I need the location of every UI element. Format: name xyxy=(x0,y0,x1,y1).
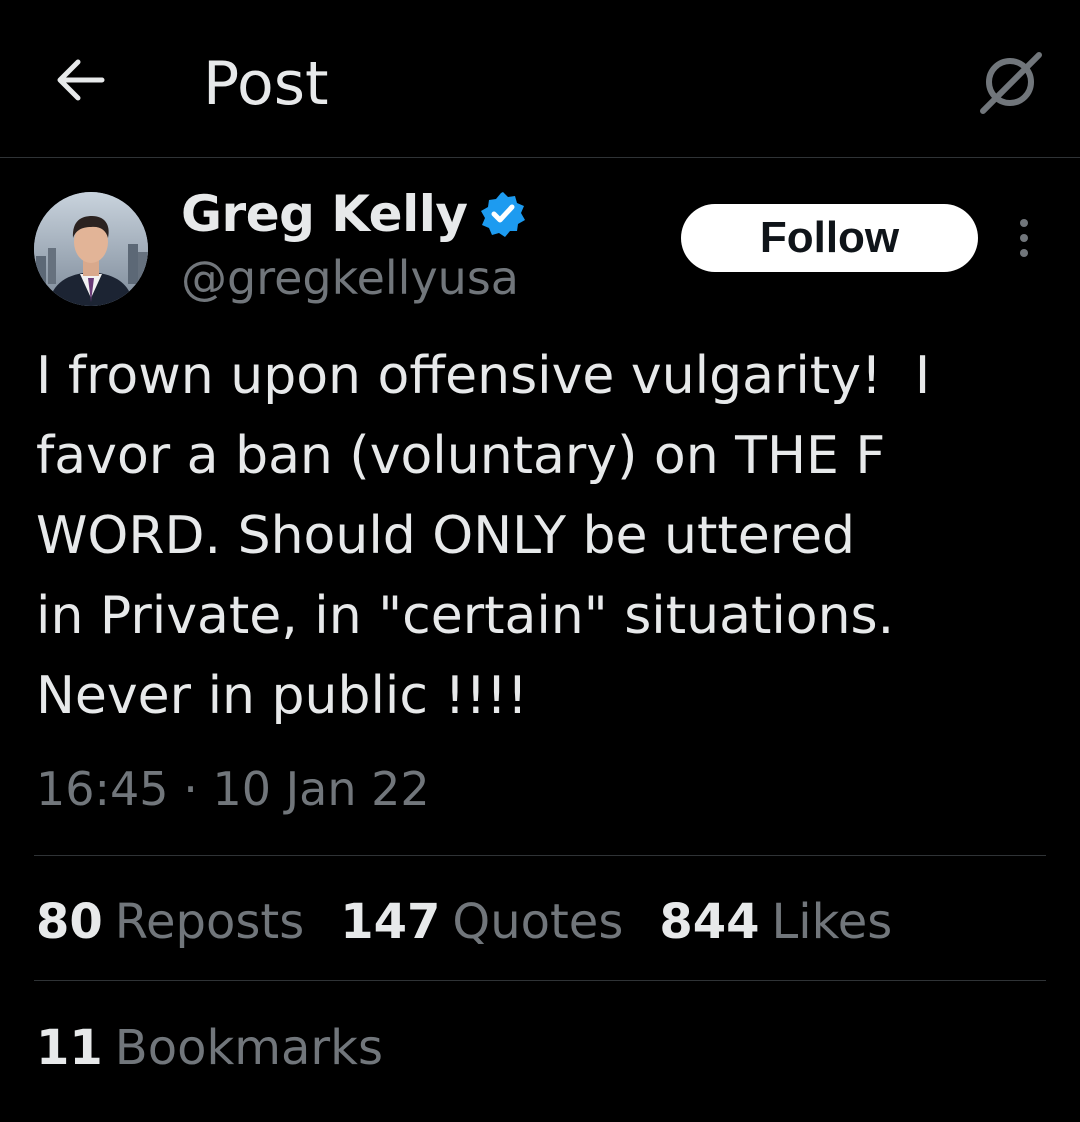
post-time: 16:45 xyxy=(36,762,169,816)
follow-button[interactable]: Follow xyxy=(681,204,978,272)
post-date: 10 Jan 22 xyxy=(212,762,430,816)
back-button[interactable] xyxy=(48,52,112,108)
arrow-left-icon xyxy=(57,59,105,101)
likes-label: Likes xyxy=(771,894,893,950)
page-title: Post xyxy=(203,49,329,119)
divider xyxy=(34,980,1046,981)
quotes-count: 147 xyxy=(340,894,441,950)
author-display-name[interactable]: Greg Kelly xyxy=(181,185,468,243)
author-handle[interactable]: @gregkellyusa xyxy=(181,248,519,308)
bookmarks-stat[interactable]: 11 Bookmarks xyxy=(36,1016,383,1080)
divider xyxy=(34,855,1046,856)
top-bar: Post xyxy=(0,0,1080,158)
post-timestamp[interactable]: 16:45 · 10 Jan 22 xyxy=(36,758,430,820)
bookmarks-stats: 11 Bookmarks xyxy=(36,1016,419,1080)
engagement-stats: 80 Reposts 147 Quotes 844 Likes xyxy=(36,890,928,954)
avatar[interactable] xyxy=(34,192,148,306)
post-text: I frown upon offensive vulgarity! I favo… xyxy=(36,346,931,726)
grok-button[interactable] xyxy=(972,44,1048,120)
more-vertical-icon xyxy=(1020,219,1028,257)
reposts-stat[interactable]: 80 Reposts xyxy=(36,890,304,954)
quotes-label: Quotes xyxy=(452,894,624,950)
grok-icon xyxy=(980,52,1042,114)
verified-badge-icon[interactable] xyxy=(479,190,527,238)
author-name-row: Greg Kelly xyxy=(181,182,527,246)
bookmarks-label: Bookmarks xyxy=(114,1020,383,1076)
quotes-stat[interactable]: 147 Quotes xyxy=(340,890,623,954)
reposts-count: 80 xyxy=(36,894,103,950)
bookmarks-count: 11 xyxy=(36,1020,103,1076)
reposts-label: Reposts xyxy=(114,894,305,950)
meta-separator: · xyxy=(183,762,198,816)
likes-count: 844 xyxy=(659,894,760,950)
profile-photo xyxy=(34,192,148,306)
likes-stat[interactable]: 844 Likes xyxy=(659,890,892,954)
more-options-button[interactable] xyxy=(1002,212,1046,264)
